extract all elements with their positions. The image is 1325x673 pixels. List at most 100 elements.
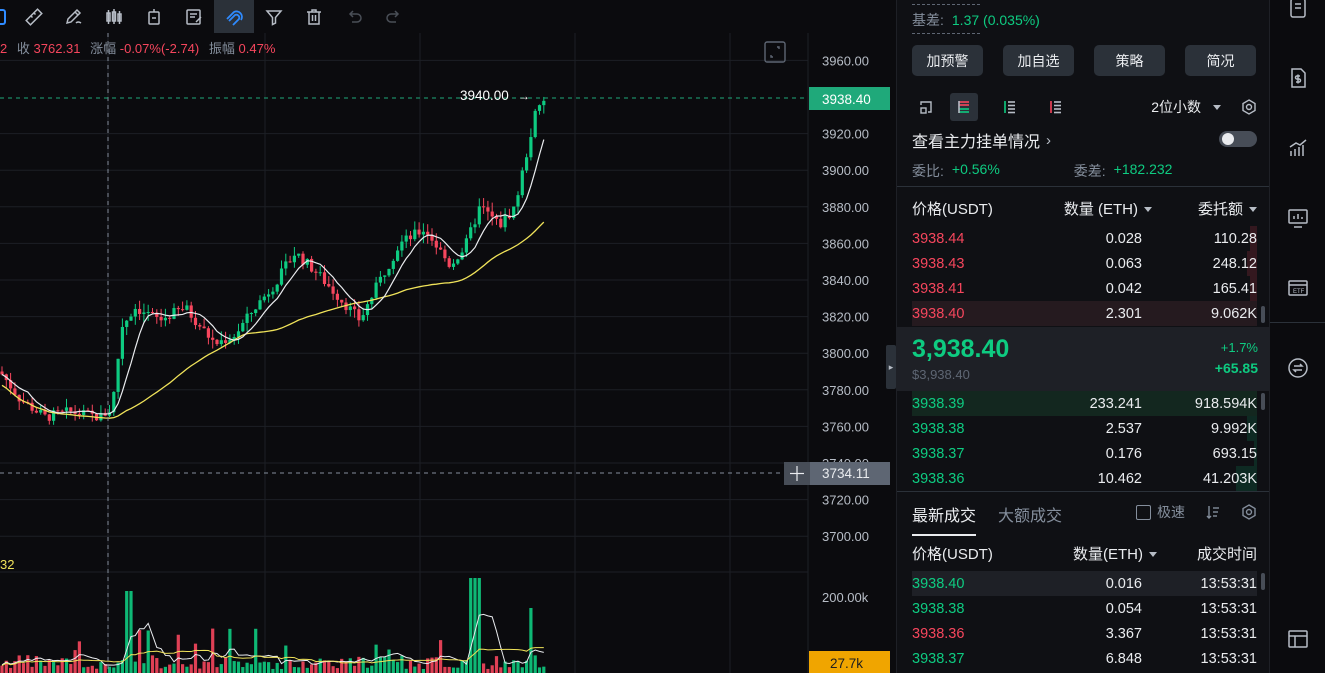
trash-icon[interactable] [294, 0, 334, 33]
swap-icon[interactable] [1286, 356, 1310, 380]
amplitude-value: 0.47% [238, 41, 276, 56]
volume-bar [408, 660, 413, 673]
orderbook-both-icon[interactable] [950, 93, 978, 121]
volume-bar [142, 663, 146, 673]
volume-bar [77, 641, 81, 673]
decimals-value: 2位小数 [1151, 99, 1201, 115]
volume-bar [357, 656, 361, 673]
volume-bar [456, 667, 460, 673]
candle-body [353, 306, 357, 310]
tab-latest-trades[interactable]: 最新成交 [912, 502, 977, 536]
fast-mode[interactable]: 极速 [1136, 502, 1257, 522]
tab-large-trades[interactable]: 大额成交 [998, 502, 1062, 526]
candle-body [0, 371, 4, 375]
price-axis-label: 3780.00 [822, 383, 869, 398]
bid-row[interactable]: 3938.36 10.462 41.203K [912, 466, 1257, 491]
document-icon[interactable] [1286, 0, 1310, 20]
etf-icon[interactable]: ETF [1286, 276, 1310, 300]
whale-toggle[interactable] [1219, 131, 1257, 147]
candle-body [327, 284, 331, 287]
candlestick-chart[interactable]: 3960.00 3920.00 3900.00 3880.00 3860.00 3840.… [0, 0, 890, 673]
volume-bar [327, 662, 331, 673]
volume-bar [224, 657, 228, 673]
trade-qty-header[interactable]: 数量(ETH) [1037, 543, 1157, 564]
candle-body [146, 311, 150, 313]
monitor-chart-icon[interactable] [1286, 206, 1310, 230]
ask-row[interactable]: 3938.44 0.028 110.28 [912, 226, 1257, 251]
candles-icon[interactable] [94, 0, 134, 33]
volume-bar [211, 628, 215, 673]
position-icon[interactable] [134, 0, 174, 33]
chart-panel[interactable]: 3960.00 3920.00 3900.00 3880.00 3860.00 3840.… [0, 0, 890, 673]
volume-bar [232, 661, 236, 673]
change-abs: +65.85 [1214, 360, 1258, 376]
whale-orders-row[interactable]: 查看主力挂单情况 › [912, 128, 1257, 152]
orderbook-bids-icon[interactable] [996, 93, 1024, 121]
ask-row[interactable]: 3938.40 2.301 9.062K [912, 301, 1257, 326]
bid-scrollbar[interactable] [1261, 393, 1265, 410]
last-price-block: 3,938.40 $3,938.40 +1.7% +65.85 [897, 327, 1270, 391]
gear-icon[interactable] [1241, 99, 1257, 115]
volume-bar [529, 608, 533, 673]
volume-bar [30, 666, 34, 673]
filter-icon[interactable] [254, 0, 294, 33]
volume-bar [236, 661, 241, 673]
bid-row[interactable]: 3938.38 2.537 9.992K [912, 416, 1257, 441]
ask-row[interactable]: 3938.41 0.042 165.41 [912, 276, 1257, 301]
collapse-panel-button[interactable]: ▸ [886, 345, 896, 389]
volume-ma-label: 32 [0, 557, 14, 572]
candle-body [537, 105, 542, 111]
trade-row[interactable]: 3938.40 0.016 13:53:31 [912, 571, 1257, 596]
popout-icon[interactable] [912, 93, 940, 121]
chevron-down-icon [1213, 104, 1221, 110]
volume-bar [206, 662, 210, 673]
candle-body [533, 110, 537, 138]
undo-icon[interactable] [334, 0, 374, 33]
fullscreen-icon[interactable] [764, 41, 786, 63]
overview-button[interactable]: 简况 [1185, 45, 1256, 76]
candle-body [525, 157, 529, 171]
candle-body [249, 313, 253, 315]
analysis-icon[interactable] [1286, 136, 1310, 160]
magnet-icon[interactable] [214, 0, 254, 33]
trade-row[interactable]: 3938.37 6.848 13:53:31 [912, 646, 1257, 671]
toolbar-edge-icon[interactable] [0, 0, 14, 33]
trade-row[interactable]: 3938.38 0.054 13:53:31 [912, 596, 1257, 621]
strategy-button[interactable]: 策略 [1094, 45, 1165, 76]
qty-header[interactable]: 数量 (ETH) [1037, 198, 1152, 220]
layout-icon[interactable] [1286, 627, 1310, 651]
sort-icon[interactable] [1205, 504, 1221, 520]
ask-row[interactable]: 3938.43 0.063 248.12 [912, 251, 1257, 276]
total-header[interactable]: 委托额 [1152, 198, 1257, 220]
last-price: 3,938.40 [912, 335, 1010, 363]
gear-icon[interactable] [1241, 504, 1257, 520]
ratio-row: 委比: +0.56% 委差: +182.232 [912, 161, 1257, 181]
side-icon-rail: ETF [1269, 0, 1325, 673]
candle-body [408, 235, 413, 240]
candle-body [490, 211, 494, 217]
fast-mode-checkbox[interactable] [1136, 504, 1151, 520]
candle-body [47, 414, 51, 421]
svg-text:ETF: ETF [1293, 289, 1305, 295]
volume-bar [516, 661, 520, 673]
redo-icon[interactable] [374, 0, 414, 33]
candle-body [503, 215, 507, 228]
ask-scrollbar[interactable] [1261, 306, 1265, 323]
add-watchlist-button[interactable]: 加自选 [1003, 45, 1074, 76]
ruler-icon[interactable] [14, 0, 54, 33]
candle-body [245, 313, 249, 323]
bid-row[interactable]: 3938.37 0.176 693.15 [912, 441, 1257, 466]
trade-row[interactable]: 3938.36 3.367 13:53:31 [912, 621, 1257, 646]
trades-scrollbar[interactable] [1261, 573, 1265, 590]
candle-body [30, 402, 34, 411]
candle-body [172, 308, 176, 319]
add-alert-button[interactable]: 加预警 [912, 45, 983, 76]
pen-icon[interactable] [54, 0, 94, 33]
orderbook-asks-icon[interactable] [1042, 93, 1070, 121]
decimals-select[interactable]: 2位小数 [1151, 97, 1257, 117]
bid-row[interactable]: 3938.39 233.241 918.594K [912, 391, 1257, 416]
volume-bar [99, 662, 103, 673]
note-icon[interactable] [174, 0, 214, 33]
dollar-doc-icon[interactable] [1286, 66, 1310, 90]
trade-price-header: 价格(USDT) [912, 546, 993, 563]
